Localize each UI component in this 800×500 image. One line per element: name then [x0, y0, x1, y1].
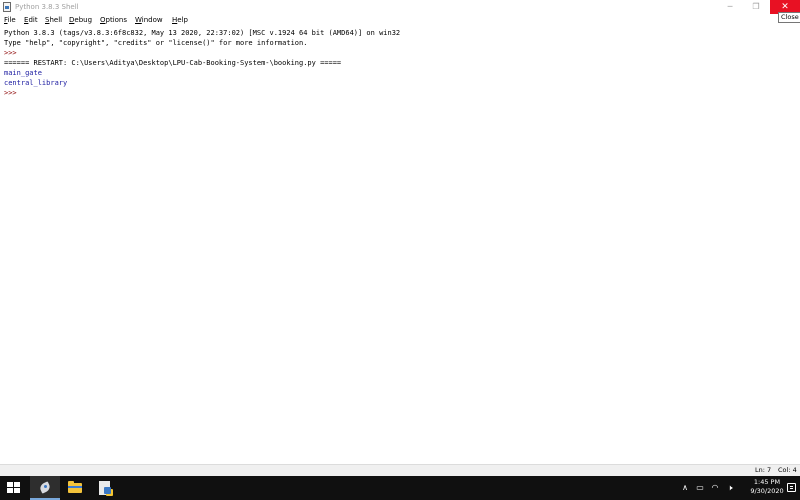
menu-debug[interactable]: Debug — [69, 15, 92, 25]
taskbar-file-explorer-button[interactable] — [60, 476, 90, 500]
banner-help-line: Type "help", "copyright", "credits" or "… — [4, 39, 308, 47]
taskbar-idle-button[interactable] — [30, 476, 60, 500]
restore-button[interactable]: ❐ — [742, 0, 770, 14]
title-bar: Python 3.8.3 Shell ─ ❐ ✕ — [0, 0, 800, 14]
menu-file-label: ile — [7, 16, 16, 24]
taskbar-python-file-button[interactable] — [90, 476, 120, 500]
taskbar: ∧ ▭ ◠ 🕨 1:45 PM 9/30/2020 — [0, 476, 800, 500]
battery-icon[interactable]: ▭ — [694, 476, 706, 500]
clock-time: 1:45 PM — [753, 478, 781, 486]
close-tooltip: Close — [778, 12, 800, 23]
output-line: central_library — [4, 79, 68, 87]
minimize-button[interactable]: ─ — [716, 0, 744, 14]
wifi-icon[interactable]: ◠ — [709, 476, 721, 500]
file-explorer-icon — [68, 481, 82, 493]
status-bar: Ln: 7 Col: 4 — [0, 464, 800, 476]
status-line-number: Ln: 7 — [755, 466, 772, 474]
menu-window-label: indow — [141, 16, 163, 24]
menu-help[interactable]: Help — [172, 15, 188, 25]
restart-line: ====== RESTART: C:\Users\Aditya\Desktop\… — [4, 59, 342, 67]
window-title: Python 3.8.3 Shell — [15, 3, 79, 11]
menu-window[interactable]: Window — [135, 15, 163, 25]
python-idle-icon — [38, 481, 52, 494]
output-line: main_gate — [4, 69, 42, 77]
menu-options[interactable]: Options — [100, 15, 127, 25]
menu-shell-label: hell — [49, 16, 63, 24]
notification-center-icon[interactable] — [787, 483, 796, 492]
shell-prompt: >>> — [4, 49, 21, 57]
menu-window-mnemonic: W — [135, 16, 142, 24]
menu-bar: File Edit Shell Debug Options Window Hel… — [0, 14, 800, 26]
start-button[interactable] — [0, 476, 30, 500]
show-hidden-icons-chevron-icon[interactable]: ∧ — [680, 476, 690, 500]
status-column-number: Col: 4 — [778, 466, 797, 474]
system-clock[interactable]: 1:45 PM 9/30/2020 — [748, 478, 786, 496]
banner-version-line: Python 3.8.3 (tags/v3.8.3:6f8c832, May 1… — [4, 29, 401, 37]
windows-start-icon — [7, 482, 20, 494]
menu-debug-label: ebug — [74, 16, 93, 24]
python-file-icon — [99, 481, 111, 495]
shell-text-area[interactable]: Python 3.8.3 (tags/v3.8.3:6f8c832, May 1… — [0, 26, 800, 464]
menu-edit-label: dit — [28, 16, 38, 24]
clock-date: 9/30/2020 — [750, 487, 784, 495]
shell-prompt-active[interactable]: >>> — [4, 88, 21, 98]
menu-options-label: ptions — [105, 16, 128, 24]
menu-shell[interactable]: Shell — [45, 15, 62, 25]
menu-edit[interactable]: Edit — [24, 15, 38, 25]
volume-icon[interactable]: 🕨 — [723, 476, 737, 500]
idle-app-icon — [3, 2, 11, 12]
menu-file[interactable]: File — [4, 15, 16, 25]
menu-help-label: elp — [177, 16, 188, 24]
